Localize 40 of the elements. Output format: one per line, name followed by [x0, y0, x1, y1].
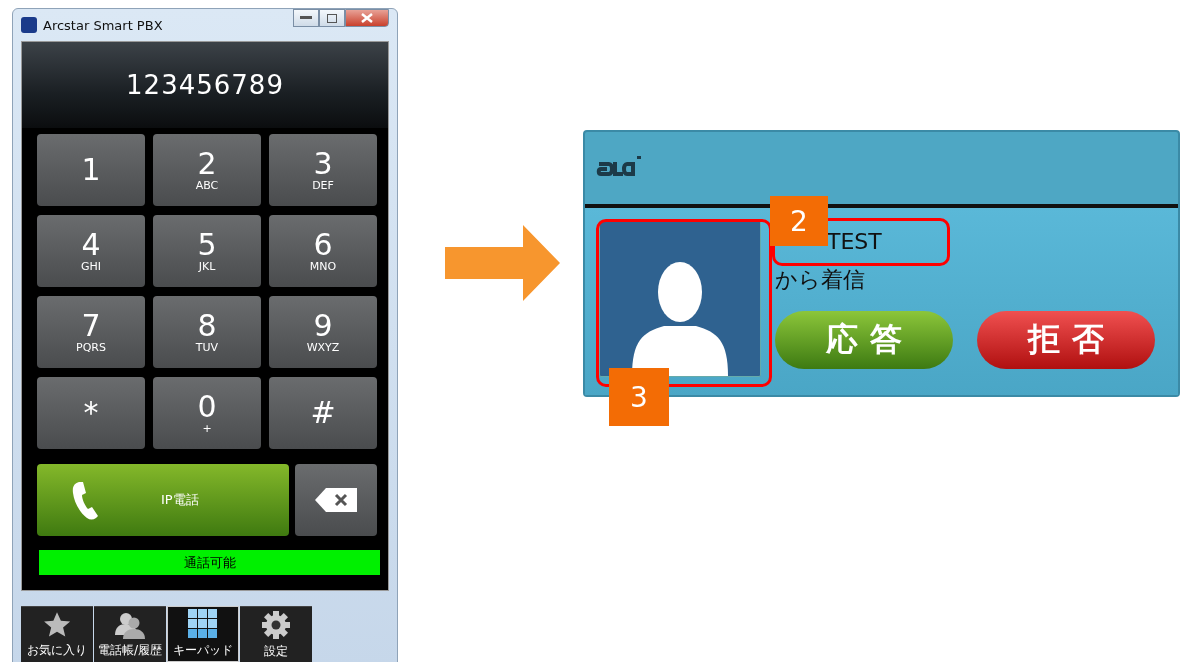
close-button[interactable] [345, 9, 389, 27]
gear-icon [261, 609, 291, 640]
minimize-icon [300, 16, 312, 20]
maximize-icon [327, 13, 337, 23]
dial-key[interactable]: 4 GHI [37, 215, 145, 287]
close-icon [361, 13, 373, 23]
nav-tab[interactable]: 設定 [240, 606, 312, 662]
caller-name: TEST [827, 229, 883, 255]
phone-icon [71, 480, 101, 520]
keypad-icon [188, 609, 218, 639]
nav-tab[interactable]: 電話帳/履歴 [94, 606, 166, 662]
minimize-button[interactable] [293, 9, 319, 27]
people-icon [114, 610, 146, 639]
dial-key[interactable]: 1 [37, 134, 145, 206]
star-icon [42, 610, 72, 639]
dialed-number: 123456789 [126, 70, 284, 100]
nav-tab[interactable]: お気に入り [21, 606, 93, 662]
app-icon [21, 17, 37, 33]
window-title: Arcstar Smart PBX [43, 17, 164, 33]
callout-number: 2 [770, 196, 828, 246]
dial-key[interactable]: 3 DEF [269, 134, 377, 206]
status-bar: 通話可能 [39, 550, 380, 575]
maximize-button[interactable] [319, 9, 345, 27]
dial-key[interactable]: 7 PQRS [37, 296, 145, 368]
call-button[interactable]: IP電話 [37, 464, 289, 536]
dial-key[interactable]: * [37, 377, 145, 449]
dial-key[interactable]: 9 WXYZ [269, 296, 377, 368]
incoming-message: から着信 [775, 267, 866, 293]
dial-key[interactable]: 5 JKL [153, 215, 261, 287]
dial-key[interactable]: 2 ABC [153, 134, 261, 206]
dial-key[interactable]: # [269, 377, 377, 449]
nav-tab[interactable]: キーパッド [167, 606, 239, 662]
callout-number: 3 [609, 368, 669, 426]
arrow-icon [445, 225, 560, 301]
reject-button[interactable]: 拒 否 [977, 311, 1155, 369]
dial-key[interactable]: 8 TUV [153, 296, 261, 368]
backspace-icon [314, 487, 358, 513]
dial-key[interactable]: 0 + [153, 377, 261, 449]
backspace-button[interactable] [295, 464, 377, 536]
dial-key[interactable]: 6 MNO [269, 215, 377, 287]
